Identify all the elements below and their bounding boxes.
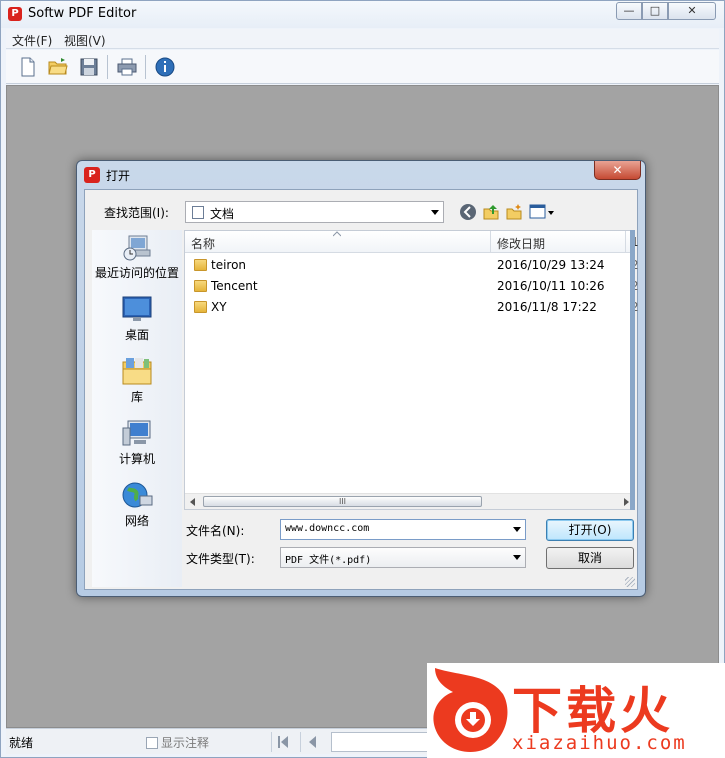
libraries-icon: [122, 358, 152, 385]
chevron-down-icon: [431, 210, 439, 215]
dialog-title: 打开: [106, 169, 131, 183]
place-label: 最近访问的位置: [94, 266, 179, 280]
file-row[interactable]: Tencent 2016/10/11 10:26 2: [185, 276, 639, 297]
file-row[interactable]: XY 2016/11/8 17:22 2: [185, 297, 639, 318]
info-icon[interactable]: [154, 56, 176, 78]
column-divider: [490, 231, 491, 253]
folder-icon: [194, 259, 207, 271]
title-bar: P Softw PDF Editor — □ ✕: [1, 1, 724, 28]
window-title: Softw PDF Editor: [28, 6, 137, 21]
show-annotations-checkbox[interactable]: [146, 737, 158, 749]
logo-domain: xiazaihuo.com: [512, 732, 687, 754]
folder-icon: [194, 301, 207, 313]
documents-folder-icon: [192, 206, 204, 219]
place-label: 库: [130, 390, 143, 404]
pdf-app-icon: P: [8, 7, 22, 21]
chevron-down-icon: [513, 555, 521, 560]
new-document-icon[interactable]: [17, 56, 39, 78]
page-number-field[interactable]: [331, 732, 441, 752]
recent-places-icon: [123, 235, 151, 261]
sort-ascending-icon: [333, 231, 341, 237]
file-modified: 2016/11/8 17:22: [497, 300, 597, 314]
file-modified: 2016/10/29 13:24: [497, 258, 605, 272]
save-icon[interactable]: [78, 56, 100, 78]
view-menu-icon[interactable]: [529, 203, 555, 221]
scroll-right-icon[interactable]: [624, 498, 629, 506]
new-folder-icon[interactable]: [505, 203, 523, 221]
look-in-label: 查找范围(I):: [104, 206, 169, 220]
previous-page-button[interactable]: [300, 732, 322, 752]
dialog-body: 查找范围(I): 文档 最近访问的位置 桌面 库 计算机 网络 名称 修改日期 …: [84, 189, 639, 590]
show-annotations-label: 显示注释: [161, 736, 210, 750]
maximize-button[interactable]: □: [642, 2, 668, 20]
first-page-button[interactable]: [271, 732, 293, 752]
previous-page-icon: [309, 736, 316, 748]
column-modified[interactable]: 修改日期: [497, 235, 545, 252]
filename-input[interactable]: www.downcc.com: [280, 519, 526, 540]
column-name[interactable]: 名称: [191, 235, 215, 252]
open-file-dialog: P 打开 ✕ 查找范围(I): 文档 最近访问的位置 桌面 库 计算机 网络 名…: [76, 160, 646, 597]
scroll-left-icon[interactable]: [190, 498, 195, 506]
file-list-header: 名称 修改日期 1: [185, 231, 639, 253]
desktop-icon: [122, 296, 152, 321]
place-label: 计算机: [118, 452, 155, 466]
show-annotations-toggle[interactable]: 显示注释: [146, 734, 209, 751]
place-label: 桌面: [124, 328, 149, 342]
file-row[interactable]: teiron 2016/10/29 13:24 2: [185, 255, 639, 276]
scroll-thumb[interactable]: III: [203, 496, 482, 507]
filetype-select[interactable]: PDF 文件(*.pdf): [280, 547, 526, 568]
flame-logo-icon: [433, 668, 508, 752]
back-icon[interactable]: [459, 203, 477, 221]
pdf-app-icon: P: [84, 167, 100, 183]
place-label: 网络: [124, 514, 149, 528]
status-text: 就绪: [9, 736, 34, 750]
filename-value: www.downcc.com: [285, 523, 370, 534]
filetype-value: PDF 文件(*.pdf): [285, 555, 372, 566]
look-in-dropdown[interactable]: 文档: [185, 201, 444, 223]
folder-icon: [194, 280, 207, 292]
menu-bar: 文件(F) 视图(V): [6, 29, 719, 49]
file-list[interactable]: 名称 修改日期 1 teiron 2016/10/29 13:24 2 Tenc…: [184, 230, 639, 510]
vertical-scroll-edge: [630, 230, 635, 510]
place-computer[interactable]: 计算机: [92, 418, 182, 467]
network-icon: [122, 482, 153, 508]
horizontal-scrollbar[interactable]: III: [185, 493, 634, 509]
file-name: XY: [211, 300, 227, 314]
column-divider: [625, 231, 626, 253]
resize-grip[interactable]: [625, 577, 635, 587]
file-modified: 2016/10/11 10:26: [497, 279, 605, 293]
place-desktop[interactable]: 桌面: [92, 294, 182, 343]
first-page-icon: [278, 736, 288, 748]
file-name: teiron: [211, 258, 247, 272]
minimize-button[interactable]: —: [616, 2, 642, 20]
computer-icon: [122, 420, 151, 446]
dialog-close-button[interactable]: ✕: [594, 161, 641, 180]
menu-file[interactable]: 文件(F): [12, 32, 52, 49]
toolbar: [6, 50, 719, 84]
up-folder-icon[interactable]: [482, 203, 500, 221]
place-recent[interactable]: 最近访问的位置: [92, 232, 182, 281]
print-icon[interactable]: [116, 56, 138, 78]
places-bar: 最近访问的位置 桌面 库 计算机 网络: [92, 230, 182, 587]
open-button[interactable]: 打开(O): [546, 519, 634, 541]
filetype-label: 文件类型(T):: [186, 552, 255, 566]
filename-label: 文件名(N):: [186, 524, 245, 538]
look-in-value: 文档: [210, 207, 235, 221]
chevron-down-icon[interactable]: [513, 527, 521, 532]
file-name: Tencent: [211, 279, 258, 293]
toolbar-separator: [145, 55, 146, 79]
close-button[interactable]: ✕: [668, 2, 716, 20]
toolbar-separator: [107, 55, 108, 79]
cancel-button[interactable]: 取消: [546, 547, 634, 569]
place-libraries[interactable]: 库: [92, 356, 182, 405]
menu-view[interactable]: 视图(V): [64, 32, 106, 49]
place-network[interactable]: 网络: [92, 480, 182, 529]
open-folder-icon[interactable]: [47, 56, 69, 78]
